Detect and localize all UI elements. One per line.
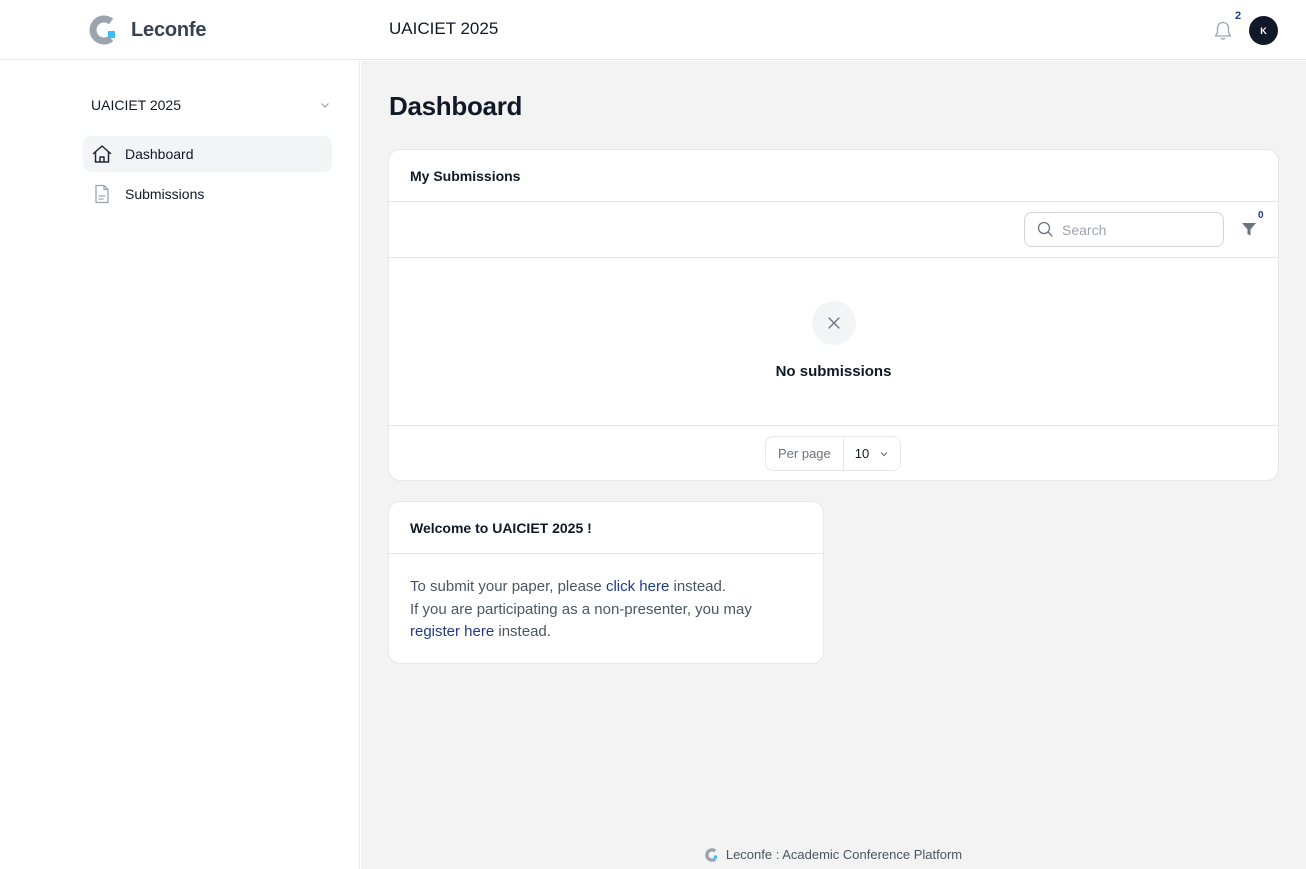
per-page-label: Per page bbox=[766, 437, 844, 470]
per-page-value: 10 bbox=[854, 446, 870, 461]
bell-icon[interactable] bbox=[1213, 20, 1233, 42]
register-link[interactable]: register here bbox=[410, 623, 494, 640]
card-title: My Submissions bbox=[389, 150, 1278, 202]
chevron-down-icon bbox=[880, 451, 888, 456]
per-page-control: Per page 10 bbox=[765, 436, 901, 471]
card-title: Welcome to UAICIET 2025 ! bbox=[389, 502, 823, 554]
filter-count-badge: 0 bbox=[1258, 210, 1264, 221]
search-field[interactable] bbox=[1024, 212, 1224, 247]
welcome-text: instead. bbox=[669, 578, 727, 595]
notification-count-badge: 2 bbox=[1235, 10, 1242, 22]
sidebar-item-label: Submissions bbox=[125, 186, 205, 202]
search-icon bbox=[1037, 221, 1053, 237]
leconfe-logo-icon bbox=[89, 15, 115, 45]
close-icon bbox=[828, 317, 840, 329]
leconfe-logo-icon bbox=[705, 847, 717, 862]
footer: Leconfe : Academic Conference Platform bbox=[361, 847, 1306, 862]
welcome-text: instead. bbox=[494, 623, 551, 640]
search-input[interactable] bbox=[1062, 221, 1212, 238]
user-avatar[interactable]: K bbox=[1249, 16, 1278, 45]
table-toolbar: 0 bbox=[389, 202, 1278, 258]
pagination-row: Per page 10 bbox=[389, 426, 1278, 480]
footer-text: Leconfe : Academic Conference Platform bbox=[725, 847, 963, 862]
document-icon bbox=[95, 184, 109, 204]
submit-paper-link[interactable]: click here bbox=[606, 578, 669, 595]
filter-icon[interactable] bbox=[1240, 220, 1258, 238]
home-icon bbox=[92, 145, 112, 163]
welcome-message: To submit your paper, please click here … bbox=[389, 554, 823, 663]
main-content: Dashboard My Submissions 0 No submis bbox=[361, 61, 1306, 869]
welcome-text: To submit your paper, please bbox=[410, 578, 606, 595]
conference-switcher-label: UAICIET 2025 bbox=[91, 97, 182, 113]
brand-name: Leconfe bbox=[131, 18, 207, 41]
chevron-down-icon bbox=[321, 103, 329, 108]
empty-state-text: No submissions bbox=[775, 363, 892, 380]
welcome-card: Welcome to UAICIET 2025 ! To submit your… bbox=[388, 501, 824, 664]
page-title: Dashboard bbox=[389, 91, 523, 121]
my-submissions-card: My Submissions 0 No submissions bbox=[388, 149, 1279, 481]
empty-state-icon-wrap bbox=[812, 301, 856, 345]
empty-state: No submissions bbox=[389, 258, 1278, 426]
sidebar-item-submissions[interactable]: Submissions bbox=[83, 176, 332, 212]
welcome-text: If you are participating as a non-presen… bbox=[410, 600, 752, 618]
brand[interactable]: Leconfe bbox=[89, 15, 206, 45]
conference-switcher[interactable]: UAICIET 2025 bbox=[91, 95, 331, 115]
conference-title: UAICIET 2025 bbox=[389, 19, 499, 38]
top-bar: Leconfe UAICIET 2025 2 K bbox=[0, 0, 1306, 60]
sidebar-item-dashboard[interactable]: Dashboard bbox=[83, 136, 332, 172]
per-page-select[interactable]: 10 bbox=[844, 446, 889, 461]
sidebar-item-label: Dashboard bbox=[125, 146, 194, 162]
sidebar: UAICIET 2025 Dashboard Submissions bbox=[70, 61, 360, 869]
